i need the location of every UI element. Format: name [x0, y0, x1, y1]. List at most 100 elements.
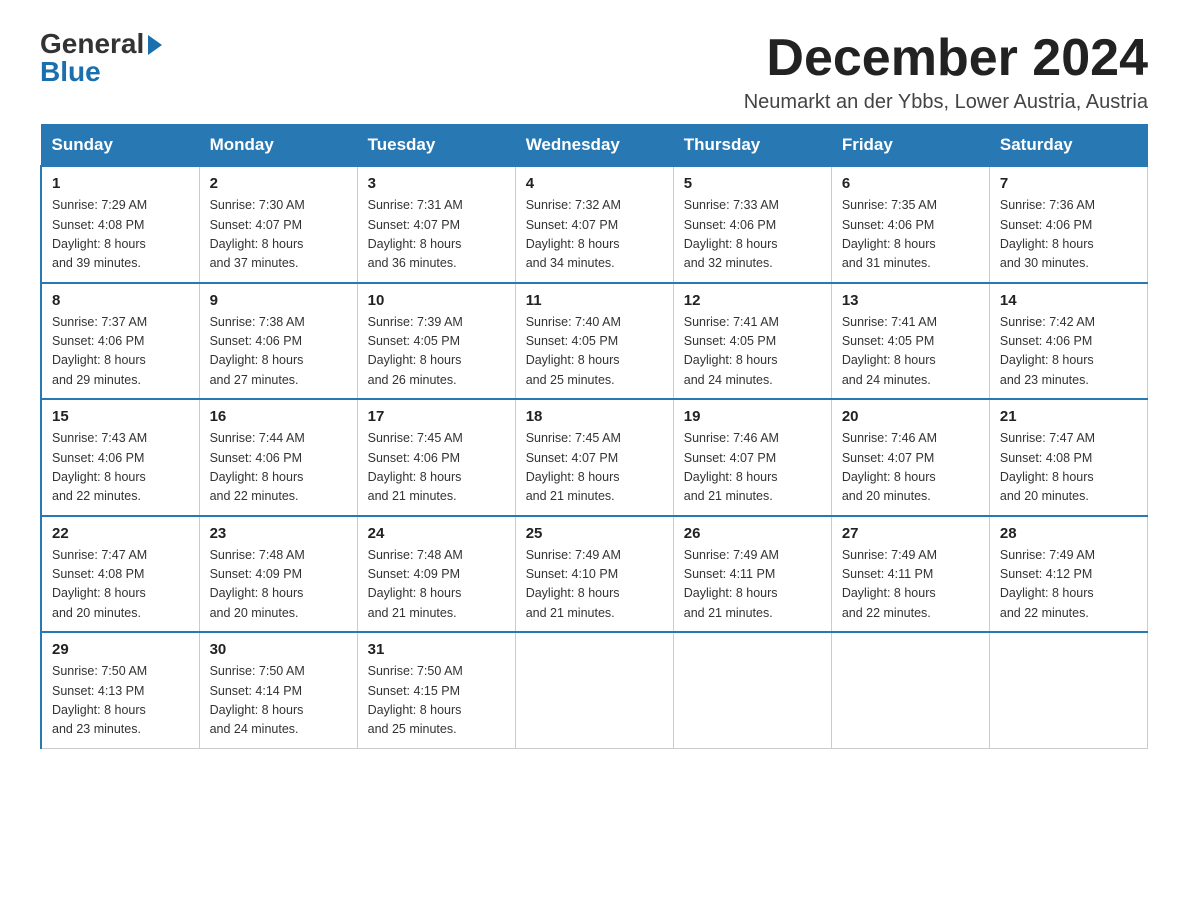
day-info: Sunrise: 7:29 AM Sunset: 4:08 PM Dayligh…: [52, 196, 189, 274]
day-number: 12: [684, 292, 821, 309]
day-number: 13: [842, 292, 979, 309]
day-cell: 22 Sunrise: 7:47 AM Sunset: 4:08 PM Dayli…: [41, 516, 199, 633]
day-number: 30: [210, 641, 347, 658]
day-cell: 31 Sunrise: 7:50 AM Sunset: 4:15 PM Dayli…: [357, 632, 515, 748]
week-row-5: 29Sunrise: 7:50 AM Sunset: 4:13 PM Dayli…: [41, 632, 1148, 748]
header-cell-saturday: Saturday: [989, 125, 1147, 167]
day-info: Sunrise: 7:49 AM Sunset: 4:10 PM Dayligh…: [526, 546, 663, 624]
logo-blue-text: Blue: [40, 58, 101, 86]
week-row-3: 15Sunrise: 7:43 AM Sunset: 4:06 PM Dayli…: [41, 399, 1148, 516]
title-area: December 2024 Neumarkt an der Ybbs, Lowe…: [744, 30, 1148, 114]
day-number: 21: [1000, 408, 1137, 425]
location-subtitle: Neumarkt an der Ybbs, Lower Austria, Aus…: [744, 91, 1148, 114]
month-title: December 2024: [744, 30, 1148, 87]
day-number: 19: [684, 408, 821, 425]
day-cell: 11 Sunrise: 7:40 AM Sunset: 4:05 PM Dayli…: [515, 283, 673, 400]
day-cell: 19 Sunrise: 7:46 AM Sunset: 4:07 PM Dayli…: [673, 399, 831, 516]
day-number: 7: [1000, 175, 1137, 192]
day-info: Sunrise: 7:45 AM Sunset: 4:07 PM Dayligh…: [526, 429, 663, 507]
day-number: 31: [368, 641, 505, 658]
day-cell: 4Sunrise: 7:32 AM Sunset: 4:07 PM Daylig…: [515, 166, 673, 283]
day-info: Sunrise: 7:42 AM Sunset: 4:06 PM Dayligh…: [1000, 313, 1137, 391]
day-info: Sunrise: 7:47 AM Sunset: 4:08 PM Dayligh…: [1000, 429, 1137, 507]
day-number: 22: [52, 525, 189, 542]
day-info: Sunrise: 7:48 AM Sunset: 4:09 PM Dayligh…: [210, 546, 347, 624]
calendar-table: SundayMondayTuesdayWednesdayThursdayFrid…: [40, 124, 1148, 749]
day-number: 10: [368, 292, 505, 309]
header-cell-sunday: Sunday: [41, 125, 199, 167]
day-info: Sunrise: 7:36 AM Sunset: 4:06 PM Dayligh…: [1000, 196, 1137, 274]
day-number: 1: [52, 175, 189, 192]
day-number: 29: [52, 641, 189, 658]
day-cell: 10 Sunrise: 7:39 AM Sunset: 4:05 PM Dayli…: [357, 283, 515, 400]
day-cell: 20 Sunrise: 7:46 AM Sunset: 4:07 PM Dayli…: [831, 399, 989, 516]
day-cell: 14 Sunrise: 7:42 AM Sunset: 4:06 PM Dayli…: [989, 283, 1147, 400]
day-number: 23: [210, 525, 347, 542]
day-number: 2: [210, 175, 347, 192]
day-number: 6: [842, 175, 979, 192]
day-number: 4: [526, 175, 663, 192]
day-info: Sunrise: 7:38 AM Sunset: 4:06 PM Dayligh…: [210, 313, 347, 391]
day-cell: 16Sunrise: 7:44 AM Sunset: 4:06 PM Dayli…: [199, 399, 357, 516]
day-number: 27: [842, 525, 979, 542]
day-cell: 15Sunrise: 7:43 AM Sunset: 4:06 PM Dayli…: [41, 399, 199, 516]
day-info: Sunrise: 7:46 AM Sunset: 4:07 PM Dayligh…: [684, 429, 821, 507]
day-info: Sunrise: 7:33 AM Sunset: 4:06 PM Dayligh…: [684, 196, 821, 274]
day-info: Sunrise: 7:49 AM Sunset: 4:11 PM Dayligh…: [684, 546, 821, 624]
day-cell: 3 Sunrise: 7:31 AM Sunset: 4:07 PM Daylig…: [357, 166, 515, 283]
day-number: 15: [52, 408, 189, 425]
day-number: 14: [1000, 292, 1137, 309]
header-cell-wednesday: Wednesday: [515, 125, 673, 167]
day-cell: 30Sunrise: 7:50 AM Sunset: 4:14 PM Dayli…: [199, 632, 357, 748]
day-cell: 28Sunrise: 7:49 AM Sunset: 4:12 PM Dayli…: [989, 516, 1147, 633]
logo-general-text: General: [40, 30, 144, 58]
day-cell: 26 Sunrise: 7:49 AM Sunset: 4:11 PM Dayli…: [673, 516, 831, 633]
day-cell: 6Sunrise: 7:35 AM Sunset: 4:06 PM Daylig…: [831, 166, 989, 283]
day-number: 24: [368, 525, 505, 542]
day-cell: 29Sunrise: 7:50 AM Sunset: 4:13 PM Dayli…: [41, 632, 199, 748]
day-info: Sunrise: 7:46 AM Sunset: 4:07 PM Dayligh…: [842, 429, 979, 507]
day-cell: [831, 632, 989, 748]
day-cell: 1 Sunrise: 7:29 AM Sunset: 4:08 PM Daylig…: [41, 166, 199, 283]
day-number: 26: [684, 525, 821, 542]
day-number: 20: [842, 408, 979, 425]
day-info: Sunrise: 7:47 AM Sunset: 4:08 PM Dayligh…: [52, 546, 189, 624]
day-info: Sunrise: 7:50 AM Sunset: 4:15 PM Dayligh…: [368, 662, 505, 740]
day-info: Sunrise: 7:44 AM Sunset: 4:06 PM Dayligh…: [210, 429, 347, 507]
day-number: 5: [684, 175, 821, 192]
logo-arrow-icon: [148, 35, 162, 55]
day-cell: [989, 632, 1147, 748]
header-row: SundayMondayTuesdayWednesdayThursdayFrid…: [41, 125, 1148, 167]
day-cell: 25 Sunrise: 7:49 AM Sunset: 4:10 PM Dayli…: [515, 516, 673, 633]
day-cell: [673, 632, 831, 748]
header-cell-monday: Monday: [199, 125, 357, 167]
day-number: 11: [526, 292, 663, 309]
day-cell: 2 Sunrise: 7:30 AM Sunset: 4:07 PM Daylig…: [199, 166, 357, 283]
day-info: Sunrise: 7:39 AM Sunset: 4:05 PM Dayligh…: [368, 313, 505, 391]
day-cell: 27Sunrise: 7:49 AM Sunset: 4:11 PM Dayli…: [831, 516, 989, 633]
day-number: 18: [526, 408, 663, 425]
day-number: 3: [368, 175, 505, 192]
day-info: Sunrise: 7:40 AM Sunset: 4:05 PM Dayligh…: [526, 313, 663, 391]
day-number: 17: [368, 408, 505, 425]
day-cell: 7 Sunrise: 7:36 AM Sunset: 4:06 PM Daylig…: [989, 166, 1147, 283]
week-row-4: 22 Sunrise: 7:47 AM Sunset: 4:08 PM Dayli…: [41, 516, 1148, 633]
day-cell: [515, 632, 673, 748]
day-number: 25: [526, 525, 663, 542]
day-info: Sunrise: 7:30 AM Sunset: 4:07 PM Dayligh…: [210, 196, 347, 274]
page-header: General Blue December 2024 Neumarkt an d…: [40, 30, 1148, 114]
header-cell-tuesday: Tuesday: [357, 125, 515, 167]
day-info: Sunrise: 7:48 AM Sunset: 4:09 PM Dayligh…: [368, 546, 505, 624]
day-cell: 23 Sunrise: 7:48 AM Sunset: 4:09 PM Dayli…: [199, 516, 357, 633]
day-info: Sunrise: 7:45 AM Sunset: 4:06 PM Dayligh…: [368, 429, 505, 507]
day-info: Sunrise: 7:31 AM Sunset: 4:07 PM Dayligh…: [368, 196, 505, 274]
week-row-1: 1 Sunrise: 7:29 AM Sunset: 4:08 PM Daylig…: [41, 166, 1148, 283]
day-cell: 17 Sunrise: 7:45 AM Sunset: 4:06 PM Dayli…: [357, 399, 515, 516]
day-cell: 21 Sunrise: 7:47 AM Sunset: 4:08 PM Dayli…: [989, 399, 1147, 516]
day-cell: 8Sunrise: 7:37 AM Sunset: 4:06 PM Daylig…: [41, 283, 199, 400]
day-cell: 12Sunrise: 7:41 AM Sunset: 4:05 PM Dayli…: [673, 283, 831, 400]
header-cell-friday: Friday: [831, 125, 989, 167]
week-row-2: 8Sunrise: 7:37 AM Sunset: 4:06 PM Daylig…: [41, 283, 1148, 400]
day-info: Sunrise: 7:41 AM Sunset: 4:05 PM Dayligh…: [842, 313, 979, 391]
day-info: Sunrise: 7:49 AM Sunset: 4:12 PM Dayligh…: [1000, 546, 1137, 624]
